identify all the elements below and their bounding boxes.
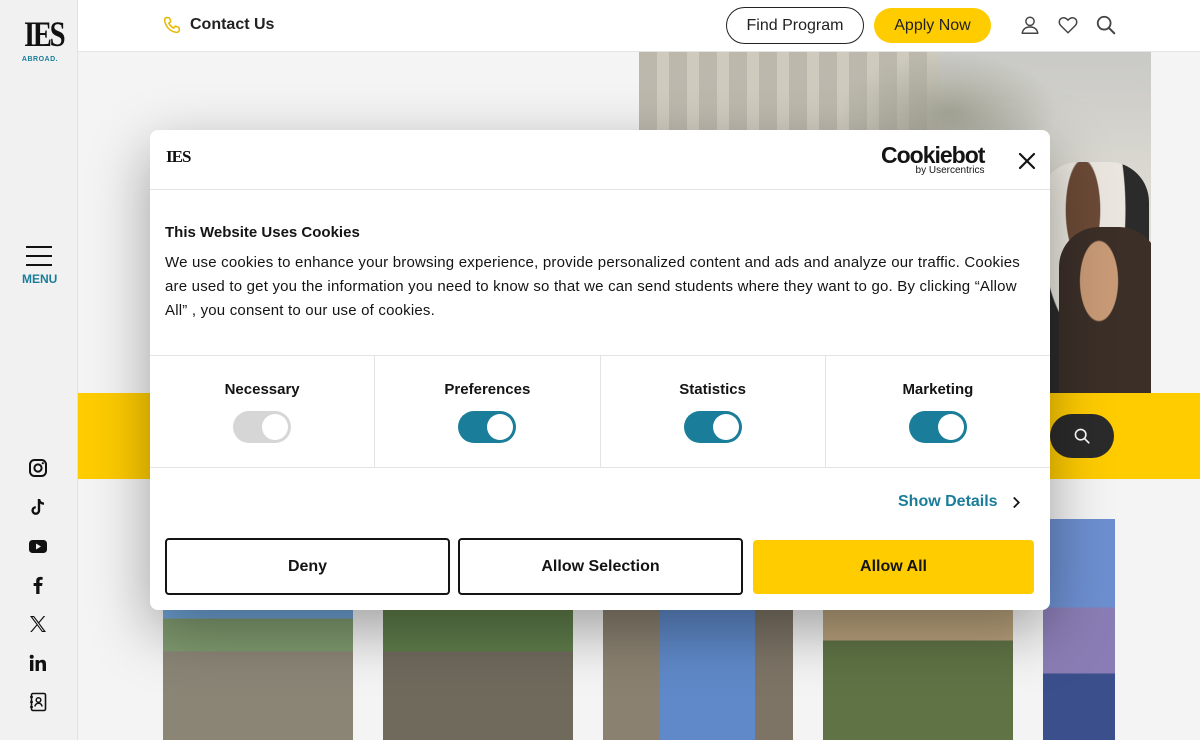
social-links [26, 456, 52, 729]
dialog-logo: IES [166, 147, 191, 166]
logo-subtext: ABROAD. [21, 56, 59, 63]
category-necessary: Necessary [150, 356, 376, 467]
ies-logo[interactable]: IES ABROAD. [20, 14, 66, 63]
show-details-link[interactable]: Show Details [898, 493, 1021, 511]
dialog-title: This Website Uses Cookies [165, 224, 360, 241]
facebook-icon[interactable] [26, 573, 50, 597]
category-marketing: Marketing [826, 356, 1050, 467]
show-details-label: Show Details [898, 493, 998, 510]
allow-selection-button[interactable]: Allow Selection [458, 538, 743, 595]
linkedin-icon[interactable] [26, 651, 50, 675]
dialog-header: IES Cookiebot by Usercentrics [150, 130, 1050, 190]
user-icon[interactable] [1018, 13, 1042, 37]
search-icon [1074, 428, 1090, 444]
category-label: Preferences [444, 381, 531, 398]
search-icon[interactable] [1094, 13, 1118, 37]
cookiebot-logo[interactable]: Cookiebot by Usercentrics [881, 142, 985, 176]
header-icons [1018, 13, 1118, 37]
contact-book-icon[interactable] [26, 690, 50, 714]
category-statistics: Statistics [601, 356, 826, 467]
cookiebot-name: Cookiebot [881, 142, 985, 168]
dialog-description: We use cookies to enhance your browsing … [165, 254, 1020, 319]
category-label: Statistics [679, 381, 746, 398]
instagram-icon[interactable] [26, 456, 50, 480]
chevron-right-icon [1012, 496, 1020, 508]
contact-us-link[interactable]: Contact Us [162, 15, 274, 35]
allow-all-button[interactable]: Allow All [753, 540, 1034, 594]
find-program-button[interactable]: Find Program [726, 7, 864, 44]
logo-text: IES [24, 14, 66, 54]
necessary-toggle [233, 411, 292, 443]
category-label: Marketing [902, 381, 974, 398]
contact-us-label: Contact Us [190, 16, 275, 33]
hamburger-icon [22, 246, 56, 266]
deny-button[interactable]: Deny [165, 538, 450, 595]
apply-now-button[interactable]: Apply Now [874, 8, 991, 43]
heart-icon[interactable] [1056, 13, 1080, 37]
cookie-categories: Necessary Preferences Statistics Marketi… [150, 355, 1050, 468]
left-rail: IES ABROAD. MENU [0, 0, 78, 740]
category-label: Necessary [224, 381, 300, 398]
category-preferences: Preferences [375, 356, 601, 467]
tiktok-icon[interactable] [26, 495, 50, 519]
phone-icon [163, 16, 181, 34]
preferences-toggle[interactable] [458, 411, 517, 443]
top-header: Contact Us Find Program Apply Now [78, 0, 1200, 52]
dialog-body: This Website Uses Cookies We use cookies… [150, 190, 1050, 355]
program-card-image[interactable] [1043, 519, 1115, 740]
menu-button[interactable]: MENU [22, 246, 58, 286]
program-search-button[interactable] [1050, 414, 1114, 458]
marketing-toggle[interactable] [908, 411, 967, 443]
x-icon[interactable] [26, 612, 50, 636]
statistics-toggle[interactable] [683, 411, 742, 443]
close-icon[interactable] [1016, 150, 1038, 172]
menu-label: MENU [22, 272, 58, 286]
cookie-consent-dialog: IES Cookiebot by Usercentrics This Websi… [150, 130, 1050, 610]
youtube-icon[interactable] [26, 534, 50, 558]
dialog-actions: Deny Allow Selection Allow All [165, 538, 1034, 595]
